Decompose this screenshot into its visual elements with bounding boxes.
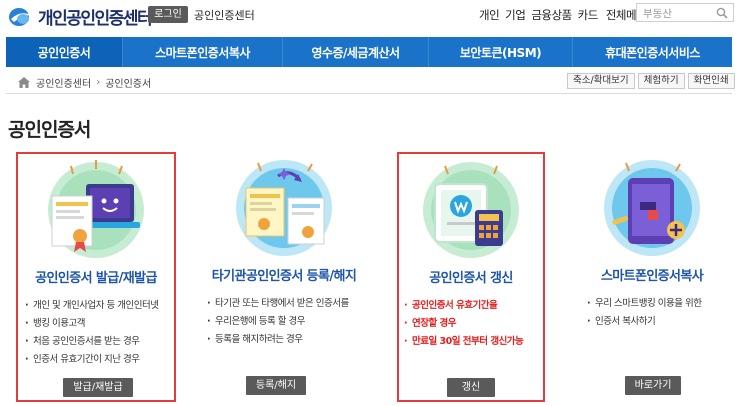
- breadcrumb-item-center[interactable]: 공인인증센터: [36, 75, 91, 90]
- certificate-laptop-icon: [48, 160, 144, 258]
- page-tools: 축소/확대보기 체험하기 화면인쇄: [567, 73, 735, 89]
- logo-text: 개인공인인증센터: [38, 9, 153, 29]
- bullet-item: 인증서 유효기간이 지난 경우: [24, 351, 174, 369]
- top-header: 개인공인인증센터 로그인 공인인증센터 개인 기업 금융상품 카드 전체메뉴 부…: [0, 0, 740, 32]
- home-icon[interactable]: [18, 77, 30, 88]
- register-cancel-button[interactable]: 등록/해지: [246, 376, 306, 395]
- card-title[interactable]: 스마트폰인증서복사: [572, 265, 732, 284]
- certificate-renewal-icon: [423, 162, 519, 258]
- nav-item-smartphone-copy[interactable]: 스마트폰인증서복사: [122, 37, 282, 67]
- search-placeholder: 부동산: [643, 8, 672, 20]
- certificate-transfer-icon: [236, 160, 332, 256]
- main-nav: 공인인증서 스마트폰인증서복사 영수증/세금계산서 보안토큰(HSM) 휴대폰인…: [6, 37, 732, 67]
- go-button[interactable]: 바로가기: [625, 376, 681, 395]
- card-issue-reissue: 공인인증서 발급/재발급 개인 및 개인사업자 등 개인인터넷 뱅킹 이용고객 …: [16, 152, 176, 402]
- card-other-institution: 타기관공인인증서 등록/해지 타기관 또는 타행에서 받은 인증서를 우리은행에…: [196, 152, 372, 402]
- bullet-item: 타기관 또는 타행에서 받은 인증서를: [206, 295, 356, 313]
- issue-reissue-button[interactable]: 발급/재발급: [63, 378, 133, 397]
- card-title[interactable]: 공인인증서 발급/재발급: [18, 267, 174, 286]
- util-link-personal[interactable]: 개인: [479, 7, 500, 23]
- search-icon[interactable]: [716, 7, 728, 19]
- logo[interactable]: 개인공인인증센터: [8, 4, 153, 29]
- login-button[interactable]: 로그인: [148, 6, 188, 23]
- trial-button[interactable]: 체험하기: [637, 73, 685, 89]
- card-bullets: 공인인증서 유효기간을 연장할 경우 만료일 30일 전부터 갱신가능: [403, 297, 553, 351]
- bullet-item: 연장할 경우: [403, 315, 553, 333]
- bullet-item: 우리 스마트뱅킹 이용을 위한: [586, 295, 736, 313]
- card-bullets: 타기관 또는 타행에서 받은 인증서를 우리은행에 등록 할 경우 등록을 해지…: [206, 295, 356, 349]
- card-bullets: 우리 스마트뱅킹 이용을 위한 인증서 복사하기: [586, 295, 736, 331]
- card-title[interactable]: 타기관공인인증서 등록/해지: [196, 265, 372, 284]
- bullet-item: 등록을 해지하려는 경우: [206, 331, 356, 349]
- card-title[interactable]: 공인인증서 갱신: [399, 267, 543, 286]
- breadcrumb-item-current: 공인인증서: [105, 79, 152, 90]
- card-renewal: 공인인증서 갱신 공인인증서 유효기간을 연장할 경우 만료일 30일 전부터 …: [397, 152, 545, 402]
- divider: [6, 93, 732, 94]
- bullet-item: 우리은행에 등록 할 경우: [206, 313, 356, 331]
- bullet-item: 만료일 30일 전부터 갱신가능: [403, 333, 553, 351]
- nav-item-mobile-certificate[interactable]: 휴대폰인증서서비스: [572, 37, 732, 67]
- breadcrumb-separator-icon: ›: [96, 77, 101, 88]
- nav-item-receipt-invoice[interactable]: 영수증/세금계산서: [282, 37, 428, 67]
- bullet-item: 인증서 복사하기: [586, 313, 736, 331]
- zoom-button[interactable]: 축소/확대보기: [567, 73, 635, 89]
- util-link-business[interactable]: 기업: [505, 7, 526, 23]
- print-button[interactable]: 화면인쇄: [687, 73, 735, 89]
- breadcrumb: 공인인증센터 › 공인인증서: [18, 75, 151, 90]
- bullet-item: 개인 및 개인사업자 등 개인인터넷: [24, 297, 174, 315]
- renew-button[interactable]: 갱신: [447, 378, 495, 397]
- card-bullets: 개인 및 개인사업자 등 개인인터넷 뱅킹 이용고객 처음 공인인증서를 받는 …: [24, 297, 174, 369]
- util-link-financial-products[interactable]: 금융상품: [531, 7, 572, 23]
- utility-links: 개인 기업 금융상품 카드 전체메뉴: [479, 7, 647, 23]
- util-link-card[interactable]: 카드: [578, 7, 599, 23]
- nav-item-certificate[interactable]: 공인인증서: [6, 37, 122, 67]
- logo-mark-icon: [9, 7, 31, 26]
- nav-item-security-token[interactable]: 보안토큰(HSM): [428, 37, 572, 67]
- search-input[interactable]: 부동산: [636, 3, 734, 22]
- page-title: 공인인증서: [8, 119, 91, 141]
- bullet-item: 뱅킹 이용고객: [24, 315, 174, 333]
- card-smartphone-copy: 스마트폰인증서복사 우리 스마트뱅킹 이용을 위한 인증서 복사하기 바로가기: [572, 152, 732, 402]
- bullet-item: 처음 공인인증서를 받는 경우: [24, 333, 174, 351]
- site-name[interactable]: 공인인증센터: [194, 7, 255, 23]
- bullet-item: 공인인증서 유효기간을: [403, 297, 553, 315]
- smartphone-copy-icon: [604, 160, 700, 256]
